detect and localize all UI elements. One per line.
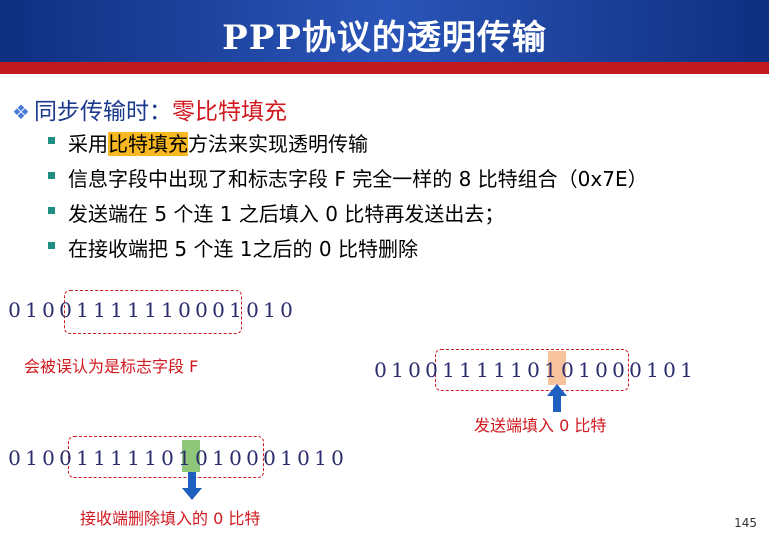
bit: 1 (76, 298, 89, 322)
square-bullet-icon (48, 172, 55, 179)
bullet-text: 信息字段中出现了和标志字段 F 完全一样的 8 比特组合（0x7E） (68, 167, 648, 191)
receiver-note: 接收端删除填入的 0 比特 (80, 509, 261, 528)
bit: 0 (663, 358, 676, 382)
bit: 0 (212, 298, 225, 322)
square-bullet-icon (48, 207, 55, 214)
bit: 0 (8, 446, 21, 470)
bullet-text: 发送端在 5 个连 1 之后填入 0 比特再发送出去； (68, 202, 505, 226)
bit: 1 (510, 358, 523, 382)
up-arrow-icon (547, 384, 567, 412)
bit: 0 (297, 446, 310, 470)
bit: 1 (459, 358, 472, 382)
bit: 0 (59, 298, 72, 322)
bit: 1 (76, 446, 89, 470)
bit: 1 (646, 358, 659, 382)
bit: 1 (314, 446, 327, 470)
bit: 1 (127, 446, 140, 470)
bit: 0 (527, 358, 540, 382)
bit: 1 (680, 358, 693, 382)
square-bullet-icon (48, 242, 55, 249)
bullet-item: 信息字段中出现了和标志字段 F 完全一样的 8 比特组合（0x7E） (48, 163, 648, 198)
bit: 1 (280, 446, 293, 470)
heading-highlight: 零比特填充 (171, 99, 287, 125)
bit: 0 (195, 298, 208, 322)
bit: 0 (42, 446, 55, 470)
bit: 1 (178, 446, 191, 470)
bit: 0 (374, 358, 387, 382)
bit: 0 (59, 446, 72, 470)
bit: 0 (612, 358, 625, 382)
section-heading: ❖ 同步传输时：零比特填充 (12, 92, 287, 126)
bit: 0 (280, 298, 293, 322)
bit: 1 (544, 358, 557, 382)
sender-note: 发送端填入 0 比特 (474, 416, 607, 435)
bit-row-stuffed: 0100111110101000101 (372, 358, 695, 382)
bit: 1 (476, 358, 489, 382)
bit: 1 (263, 298, 276, 322)
square-bullet-icon (48, 137, 55, 144)
bit: 0 (161, 446, 174, 470)
bit: 0 (629, 358, 642, 382)
bit: 1 (578, 358, 591, 382)
heading-prefix: 同步传输时： (33, 99, 172, 125)
bit: 1 (25, 446, 38, 470)
bit: 1 (144, 298, 157, 322)
title-rule (0, 62, 769, 74)
page-number: 145 (734, 516, 757, 530)
bullet-item: 在接收端把 5 个连 1之后的 0 比特删除 (48, 233, 648, 268)
bit: 0 (195, 446, 208, 470)
bit: 1 (144, 446, 157, 470)
slide-title: PPP协议的透明传输 (222, 18, 547, 58)
bullet-list: 采用比特填充方法来实现透明传输 信息字段中出现了和标志字段 F 完全一样的 8 … (48, 128, 648, 268)
bit: 0 (331, 446, 344, 470)
bit: 1 (212, 446, 225, 470)
bit: 0 (425, 358, 438, 382)
bit: 0 (408, 358, 421, 382)
bit: 1 (93, 298, 106, 322)
bit: 1 (110, 446, 123, 470)
bit-row-received: 01001111101010001010 (6, 446, 346, 470)
bullet-item: 发送端在 5 个连 1 之后填入 0 比特再发送出去； (48, 198, 648, 233)
bit: 1 (25, 298, 38, 322)
bit: 0 (42, 298, 55, 322)
bullet-item: 采用比特填充方法来实现透明传输 (48, 128, 648, 163)
bit: 1 (93, 446, 106, 470)
bit-row-original: 01001111110001010 (6, 298, 295, 322)
bit: 0 (8, 298, 21, 322)
bullet-text: 采用 (68, 132, 108, 156)
down-arrow-icon (182, 472, 202, 500)
bit: 1 (110, 298, 123, 322)
bullet-text: 在接收端把 5 个连 1之后的 0 比特删除 (68, 237, 418, 261)
bit: 1 (127, 298, 140, 322)
bit: 1 (493, 358, 506, 382)
bit: 0 (178, 298, 191, 322)
bit: 0 (561, 358, 574, 382)
title-bar: PPP协议的透明传输 (0, 0, 769, 62)
bit: 1 (229, 298, 242, 322)
flag-warning-note: 会被误认为是标志字段 F (24, 357, 199, 376)
bit: 0 (595, 358, 608, 382)
diamond-bullet-icon: ❖ (12, 100, 30, 124)
bit: 0 (246, 446, 259, 470)
bit: 0 (229, 446, 242, 470)
bit: 1 (391, 358, 404, 382)
bit: 1 (442, 358, 455, 382)
highlighted-term: 比特填充 (108, 132, 188, 156)
bullet-text: 方法来实现透明传输 (188, 132, 368, 156)
bit: 1 (161, 298, 174, 322)
bit: 0 (246, 298, 259, 322)
bit: 0 (263, 446, 276, 470)
